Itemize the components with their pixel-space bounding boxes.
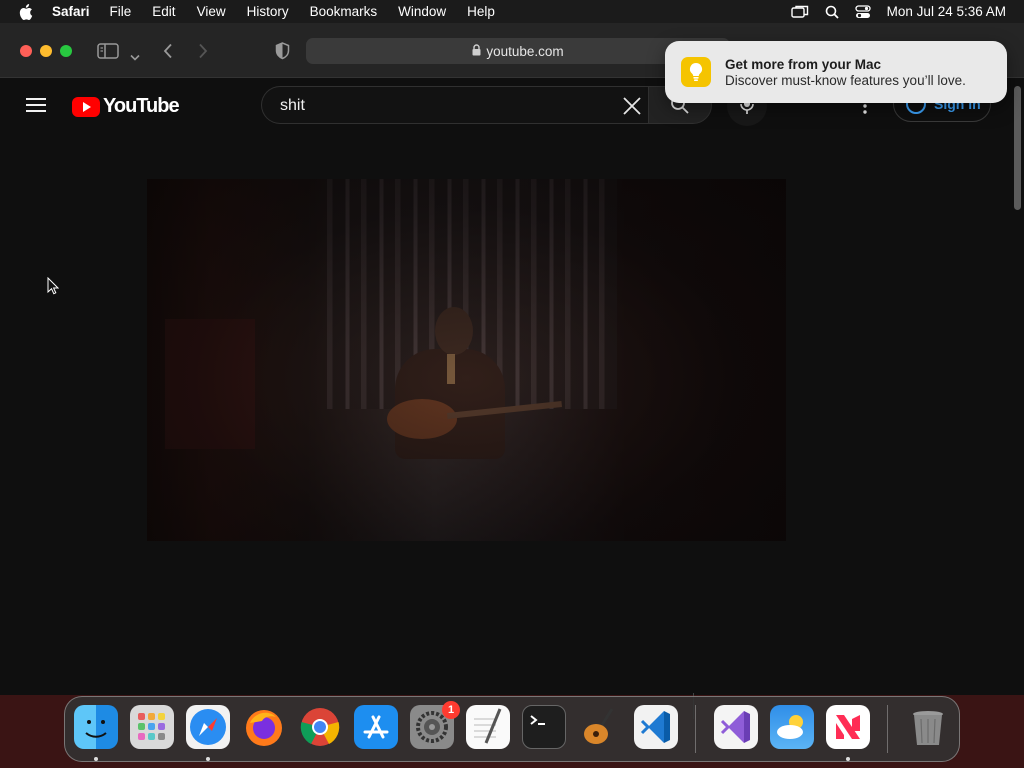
lock-icon: [472, 43, 481, 59]
firefox-icon[interactable]: [242, 705, 286, 749]
youtube-logo[interactable]: YouTube: [72, 95, 180, 118]
news-running-dot: [846, 757, 850, 761]
spotlight-search-icon[interactable]: [825, 5, 839, 19]
menu-window[interactable]: Window: [398, 4, 446, 19]
launchpad-icon[interactable]: [130, 705, 174, 749]
hamburger-menu-icon[interactable]: [26, 98, 46, 112]
tips-lightbulb-icon: [681, 57, 711, 87]
youtube-page: YouTube Sign in: [0, 78, 1010, 719]
safari-icon[interactable]: [186, 705, 230, 749]
close-window-button[interactable]: [20, 45, 32, 57]
visual-studio-icon[interactable]: [714, 705, 758, 749]
finder-running-dot: [94, 757, 98, 761]
tips-notification[interactable]: Get more from your Mac Discover must-kno…: [665, 41, 1007, 103]
sidebar-toggle-icon[interactable]: [97, 43, 119, 64]
dock: 1: [64, 696, 960, 762]
vscode-icon[interactable]: [634, 705, 678, 749]
menu-help[interactable]: Help: [467, 4, 495, 19]
finder-icon[interactable]: [74, 705, 118, 749]
trash-icon[interactable]: [906, 705, 950, 749]
garageband-icon[interactable]: [578, 705, 622, 749]
clear-search-icon[interactable]: [622, 96, 642, 116]
menu-history[interactable]: History: [247, 4, 289, 19]
url-text: youtube.com: [486, 43, 564, 59]
safari-window: youtube.com YouTube Sign in: [0, 23, 1024, 719]
chevron-down-icon[interactable]: [130, 48, 140, 66]
system-settings-icon[interactable]: 1: [410, 701, 460, 749]
menu-bookmarks[interactable]: Bookmarks: [310, 4, 378, 19]
video-player[interactable]: [147, 179, 786, 541]
forward-icon[interactable]: [198, 43, 208, 64]
privacy-shield-icon[interactable]: [275, 42, 290, 65]
weather-icon[interactable]: [770, 705, 814, 749]
settings-badge: 1: [442, 701, 460, 719]
safari-running-dot: [206, 757, 210, 761]
control-center-icon[interactable]: [855, 4, 871, 19]
back-icon[interactable]: [163, 43, 173, 64]
screen-mirroring-icon[interactable]: [790, 5, 809, 19]
terminal-icon[interactable]: [522, 705, 566, 749]
notification-body: Discover must-know features you’ll love.: [725, 73, 966, 88]
apple-icon[interactable]: [16, 0, 36, 23]
video-shading: [147, 179, 786, 541]
page-scrollbar[interactable]: [1010, 78, 1024, 695]
news-icon[interactable]: [826, 705, 870, 749]
dock-separator: [695, 705, 696, 753]
menu-view[interactable]: View: [197, 4, 226, 19]
menu-edit[interactable]: Edit: [152, 4, 175, 19]
menu-app-name[interactable]: Safari: [52, 4, 90, 19]
chrome-icon[interactable]: [298, 705, 342, 749]
dock-separator: [887, 705, 888, 753]
menu-bar: Safari File Edit View History Bookmarks …: [0, 0, 1024, 23]
menu-file[interactable]: File: [110, 4, 132, 19]
minimize-window-button[interactable]: [40, 45, 52, 57]
mouse-cursor-icon: [47, 276, 60, 300]
notification-title: Get more from your Mac: [725, 57, 882, 72]
menu-clock[interactable]: Mon Jul 24 5:36 AM: [887, 4, 1006, 19]
textedit-icon[interactable]: [466, 705, 510, 749]
search-input[interactable]: [278, 87, 612, 125]
search-box[interactable]: [261, 86, 649, 125]
youtube-logo-text: YouTube: [103, 95, 180, 117]
app-store-icon[interactable]: [354, 705, 398, 749]
youtube-play-icon: [72, 96, 100, 117]
scrollbar-thumb[interactable]: [1014, 86, 1021, 210]
zoom-window-button[interactable]: [60, 45, 72, 57]
